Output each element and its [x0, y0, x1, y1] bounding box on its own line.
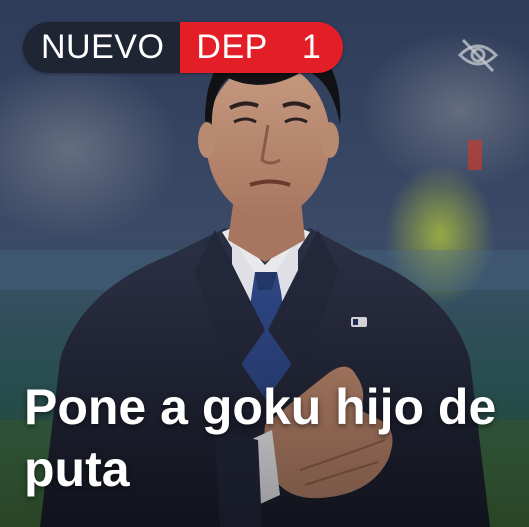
eye-off-icon — [457, 38, 499, 73]
category-label: DEP 1 — [180, 22, 344, 73]
new-label: NUEVO — [23, 22, 181, 73]
category-name: DEP — [196, 28, 268, 66]
category-count: 1 — [301, 28, 322, 66]
status-badge: NUEVO DEP 1 — [23, 22, 344, 73]
post-card[interactable]: NUEVO DEP 1 Pone a goku hijo de puta — [0, 0, 529, 527]
post-headline: Pone a goku hijo de puta — [24, 379, 497, 497]
hide-post-button[interactable] — [455, 35, 501, 75]
